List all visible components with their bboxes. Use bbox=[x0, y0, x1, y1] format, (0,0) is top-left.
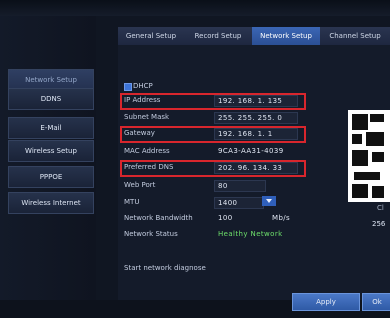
tab-network-setup[interactable]: Network Setup bbox=[252, 27, 320, 45]
dhcp-checkbox[interactable] bbox=[124, 83, 132, 91]
dhcp-label: DHCP bbox=[133, 82, 153, 90]
web-port-value: 80 bbox=[218, 182, 228, 190]
sidebar-item-label: E-Mail bbox=[40, 124, 62, 132]
network-bandwidth-value: 100 bbox=[218, 214, 233, 222]
sidebar-item-wireless-setup[interactable]: Wireless Setup bbox=[8, 140, 94, 162]
preferred-dns-label: Preferred DNS bbox=[124, 163, 174, 171]
sidebar-item-pppoe[interactable]: PPPOE bbox=[8, 166, 94, 188]
apply-button-label: Apply bbox=[316, 298, 336, 306]
network-status-value: Healthy Network bbox=[218, 230, 283, 238]
mtu-label: MTU bbox=[124, 198, 140, 206]
tab-label: Record Setup bbox=[194, 32, 242, 40]
web-port-label: Web Port bbox=[124, 181, 156, 189]
sidebar-item-ddns[interactable]: DDNS bbox=[8, 88, 94, 110]
ok-button-label: Ok bbox=[372, 298, 382, 306]
preferred-dns-value: 202. 96. 134. 33 bbox=[218, 164, 283, 172]
right-panel-text1: Cl bbox=[377, 204, 384, 212]
ok-button[interactable]: Ok bbox=[362, 293, 390, 311]
tab-general-setup[interactable]: General Setup bbox=[118, 27, 184, 45]
sidebar-item-label: Wireless Setup bbox=[25, 147, 77, 155]
ip-address-label: IP Address bbox=[124, 96, 161, 104]
ip-address-value: 192. 168. 1. 135 bbox=[218, 97, 283, 105]
mac-address-value: 9CA3-AA31-4039 bbox=[218, 147, 284, 155]
tab-label: Channel Setup bbox=[329, 32, 381, 40]
tab-label: General Setup bbox=[125, 32, 177, 40]
sidebar: Network Setup DDNS E-Mail Wireless Setup… bbox=[0, 16, 96, 318]
network-bandwidth-label: Network Bandwidth bbox=[124, 214, 193, 222]
sidebar-item-label: Wireless Internet bbox=[21, 199, 81, 207]
mac-address-label: MAC Address bbox=[124, 147, 170, 155]
sidebar-item-email[interactable]: E-Mail bbox=[8, 117, 94, 139]
network-status-label: Network Status bbox=[124, 230, 178, 238]
tab-channel-setup[interactable]: Channel Setup bbox=[320, 27, 390, 45]
tab-label: Network Setup bbox=[260, 32, 312, 40]
qr-code-icon bbox=[348, 110, 390, 202]
mtu-value: 1400 bbox=[218, 199, 238, 207]
apply-button[interactable]: Apply bbox=[292, 293, 360, 311]
sidebar-item-label: PPPOE bbox=[39, 173, 63, 181]
subnet-mask-value: 255. 255. 255. 0 bbox=[218, 114, 283, 122]
sidebar-item-label: DDNS bbox=[40, 95, 62, 103]
top-strip bbox=[0, 0, 390, 16]
bandwidth-unit: Mb/s bbox=[272, 214, 291, 222]
right-panel-text2: 256 bbox=[372, 220, 386, 228]
chevron-down-icon[interactable] bbox=[262, 196, 276, 206]
sidebar-item-label: Network Setup bbox=[25, 76, 77, 84]
gateway-value: 192. 168. 1. 1 bbox=[218, 130, 273, 138]
gateway-label: Gateway bbox=[124, 129, 155, 137]
start-network-diagnose[interactable]: Start network diagnose bbox=[124, 264, 206, 272]
tab-record-setup[interactable]: Record Setup bbox=[184, 27, 252, 45]
sidebar-item-wireless-internet[interactable]: Wireless Internet bbox=[8, 192, 94, 214]
tab-bar: General Setup Record Setup Network Setup… bbox=[118, 27, 390, 45]
subnet-mask-label: Subnet Mask bbox=[124, 113, 170, 121]
